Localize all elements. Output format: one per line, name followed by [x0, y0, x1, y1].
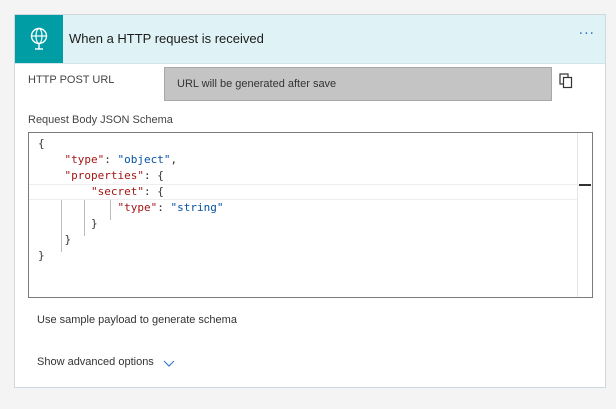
code-token: :: [157, 201, 171, 214]
code-line: "type": "object",: [38, 152, 223, 168]
trigger-title: When a HTTP request is received: [69, 31, 264, 46]
trigger-icon-tile: [15, 15, 63, 63]
sample-payload-link[interactable]: Use sample payload to generate schema: [37, 314, 237, 326]
code-line: }: [38, 216, 223, 232]
code-token: "properties": [64, 169, 144, 182]
code-token: "object": [117, 153, 171, 166]
code-token: : {: [143, 185, 164, 198]
http-post-url-value: URL will be generated after save: [177, 78, 337, 90]
code-token: : {: [143, 169, 164, 182]
code-token: :: [104, 153, 118, 166]
code-line: "type": "string": [38, 200, 223, 216]
http-post-url-field: URL will be generated after save: [164, 67, 552, 101]
request-body-schema-label: Request Body JSON Schema: [28, 114, 173, 126]
copy-icon[interactable]: [559, 73, 573, 89]
show-advanced-options[interactable]: Show advanced options: [37, 356, 154, 368]
code-token: {: [38, 137, 45, 150]
editor-scrollbar[interactable]: [577, 133, 592, 297]
code-token: ,: [170, 153, 178, 166]
code-token: }: [38, 233, 72, 246]
code-token: "secret": [90, 185, 144, 198]
scrollbar-thumb[interactable]: [579, 184, 591, 186]
code-line: "secret": {: [38, 184, 223, 200]
code-line: }: [38, 248, 223, 264]
trigger-card: When a HTTP request is received ··· HTTP…: [14, 14, 606, 388]
code-token: }: [38, 217, 98, 230]
chevron-down-icon[interactable]: [163, 360, 175, 368]
code-token: "string": [170, 201, 224, 214]
json-schema-code: { "type": "object", "properties": { "sec…: [38, 136, 223, 264]
globe-request-icon: [30, 27, 48, 50]
code-token: "type": [117, 201, 158, 214]
code-line: {: [38, 136, 223, 152]
trigger-header[interactable]: When a HTTP request is received ···: [15, 15, 605, 64]
json-schema-editor[interactable]: { "type": "object", "properties": { "sec…: [28, 132, 593, 298]
http-post-url-label: HTTP POST URL: [28, 74, 115, 86]
code-line: }: [38, 232, 223, 248]
code-token: "type": [64, 153, 105, 166]
code-token: }: [38, 249, 45, 262]
code-line: "properties": {: [38, 168, 223, 184]
more-options-button[interactable]: ···: [579, 26, 595, 42]
